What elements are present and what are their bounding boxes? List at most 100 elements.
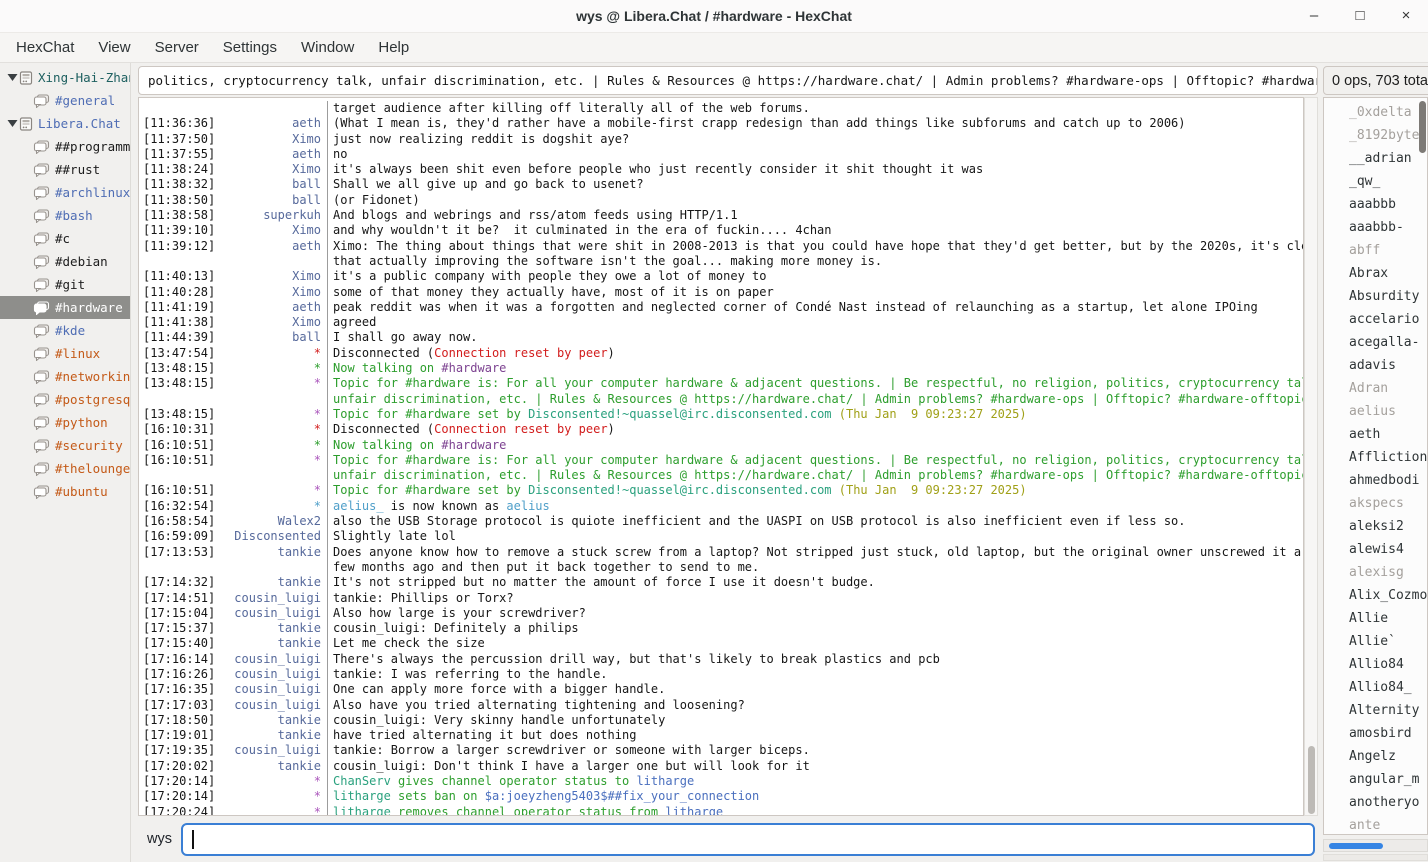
nick — [219, 468, 327, 483]
tree-item--git[interactable]: #git — [0, 273, 130, 296]
tree-item--programming[interactable]: ##programming — [0, 135, 130, 158]
user-list-item[interactable]: Alternity — [1349, 699, 1427, 722]
message-text: Ximo: The thing about things that were s… — [327, 239, 1303, 254]
user-list-item[interactable]: Allie` — [1349, 630, 1427, 653]
user-list-item[interactable]: _qw_ — [1349, 170, 1427, 193]
expander-icon[interactable] — [7, 119, 18, 128]
message-text: Also how large is your screwdriver? — [327, 606, 1303, 621]
user-list-item[interactable]: amosbird — [1349, 722, 1427, 745]
menu-help[interactable]: Help — [366, 35, 421, 60]
message-text: just now realizing reddit is dogshit aye… — [327, 132, 1303, 147]
close-button[interactable]: × — [1398, 8, 1414, 24]
timestamp: [17:15:40] — [139, 636, 219, 651]
minimize-button[interactable]: – — [1306, 8, 1322, 24]
timestamp: [11:41:38] — [139, 315, 219, 330]
user-list-item[interactable]: ante — [1349, 814, 1427, 835]
menu-settings[interactable]: Settings — [211, 35, 289, 60]
timestamp: [16:32:54] — [139, 499, 219, 514]
tree-item--linux[interactable]: #linux — [0, 342, 130, 365]
menu-server[interactable]: Server — [143, 35, 211, 60]
timestamp: [16:58:54] — [139, 514, 219, 529]
user-list-item[interactable]: Affliction — [1349, 446, 1427, 469]
chat-line: [17:15:40]tankieLet me check the size — [139, 636, 1303, 651]
user-list-item[interactable]: adavis — [1349, 354, 1427, 377]
userlist-hscrollbar[interactable] — [1323, 839, 1428, 852]
tree-item--python[interactable]: #python — [0, 411, 130, 434]
user-list-item[interactable]: acegalla- — [1349, 331, 1427, 354]
user-list-item[interactable]: alexisg — [1349, 561, 1427, 584]
nick: tankie — [219, 713, 327, 728]
userlist-scrollbar-thumb[interactable] — [1419, 101, 1426, 153]
tree-item--postgresql[interactable]: #postgresql — [0, 388, 130, 411]
user-list-item[interactable]: alewis4 — [1349, 538, 1427, 561]
user-list-item[interactable]: Allie — [1349, 607, 1427, 630]
topic-bar[interactable]: politics, cryptocurrency talk, unfair di… — [138, 66, 1318, 95]
tree-item--security[interactable]: #security — [0, 434, 130, 457]
menu-window[interactable]: Window — [289, 35, 366, 60]
user-list-item[interactable]: abff — [1349, 239, 1427, 262]
channel-icon — [33, 278, 50, 292]
tree-item--debian[interactable]: #debian — [0, 250, 130, 273]
tree-item--hardware[interactable]: #hardware — [0, 296, 130, 319]
timestamp: [11:40:28] — [139, 285, 219, 300]
user-list-item[interactable]: ahmedbodi — [1349, 469, 1427, 492]
nick: Walex2 — [219, 514, 327, 529]
tree-item--ubuntu[interactable]: #ubuntu — [0, 480, 130, 503]
timestamp: [11:39:10] — [139, 223, 219, 238]
user-list-item[interactable]: Allio84_ — [1349, 676, 1427, 699]
tree-item--thelounge[interactable]: #thelounge — [0, 457, 130, 480]
tree-item--kde[interactable]: #kde — [0, 319, 130, 342]
user-list-item[interactable]: accelario — [1349, 308, 1427, 331]
expander-icon[interactable] — [7, 73, 18, 82]
menu-view[interactable]: View — [86, 35, 142, 60]
tree-item-xing-hai-zhan[interactable]: Xing-Hai-Zhan — [0, 66, 130, 89]
user-list-item[interactable]: Alix_Cozmo — [1349, 584, 1427, 607]
window-title: wys @ Libera.Chat / #hardware - HexChat — [576, 8, 852, 24]
tree-item-libera-chat[interactable]: Libera.Chat — [0, 112, 130, 135]
user-list-item[interactable]: aelius — [1349, 400, 1427, 423]
user-list-item[interactable]: akspecs — [1349, 492, 1427, 515]
user-list-item[interactable]: _8192byte — [1349, 124, 1427, 147]
tree-item--archlinux[interactable]: #archlinux — [0, 181, 130, 204]
tree-item-label: Xing-Hai-Zhan — [38, 70, 130, 85]
nick: ball — [219, 330, 327, 345]
event-star: * — [219, 774, 327, 789]
user-list-item[interactable]: __adrian — [1349, 147, 1427, 170]
channel-icon — [33, 485, 50, 499]
chat-scrollbar[interactable] — [1304, 97, 1318, 816]
user-list-item[interactable]: aeth — [1349, 423, 1427, 446]
user-list-item[interactable]: aaabbb — [1349, 193, 1427, 216]
timestamp: [11:36:36] — [139, 116, 219, 131]
user-list-item[interactable]: angular_m — [1349, 768, 1427, 791]
user-list-item[interactable]: aaabbb- — [1349, 216, 1427, 239]
timestamp: [17:20:14] — [139, 789, 219, 804]
timestamp: [16:59:09] — [139, 529, 219, 544]
tree-item-label: #git — [55, 277, 85, 292]
user-list-item[interactable]: aleksi2 — [1349, 515, 1427, 538]
nick — [219, 392, 327, 407]
tree-item--c[interactable]: #c — [0, 227, 130, 250]
chat-line: target audience after killing off litera… — [139, 101, 1303, 116]
maximize-button[interactable]: □ — [1352, 8, 1368, 24]
userlist-hscrollbar-thumb[interactable] — [1329, 843, 1383, 849]
user-list-item[interactable]: Adran — [1349, 377, 1427, 400]
timestamp: [17:19:35] — [139, 743, 219, 758]
chat-scrollbar-thumb[interactable] — [1308, 746, 1315, 814]
message-input[interactable] — [181, 823, 1315, 856]
user-list-item[interactable]: Abrax — [1349, 262, 1427, 285]
nick — [219, 560, 327, 575]
event-star: * — [219, 453, 327, 468]
message-text: few months ago and then put it back toge… — [327, 560, 1303, 575]
user-list-item[interactable]: Angelz — [1349, 745, 1427, 768]
tree-item--bash[interactable]: #bash — [0, 204, 130, 227]
chat-line: few months ago and then put it back toge… — [139, 560, 1303, 575]
tree-item--networking[interactable]: #networking — [0, 365, 130, 388]
user-list-item[interactable]: Allio84 — [1349, 653, 1427, 676]
tree-item--rust[interactable]: ##rust — [0, 158, 130, 181]
timestamp: [17:19:01] — [139, 728, 219, 743]
tree-item--general[interactable]: #general — [0, 89, 130, 112]
user-list-item[interactable]: Absurdity — [1349, 285, 1427, 308]
user-list-item[interactable]: _0xdelta — [1349, 101, 1427, 124]
user-list-item[interactable]: anotheryo — [1349, 791, 1427, 814]
menu-hexchat[interactable]: HexChat — [4, 35, 86, 60]
